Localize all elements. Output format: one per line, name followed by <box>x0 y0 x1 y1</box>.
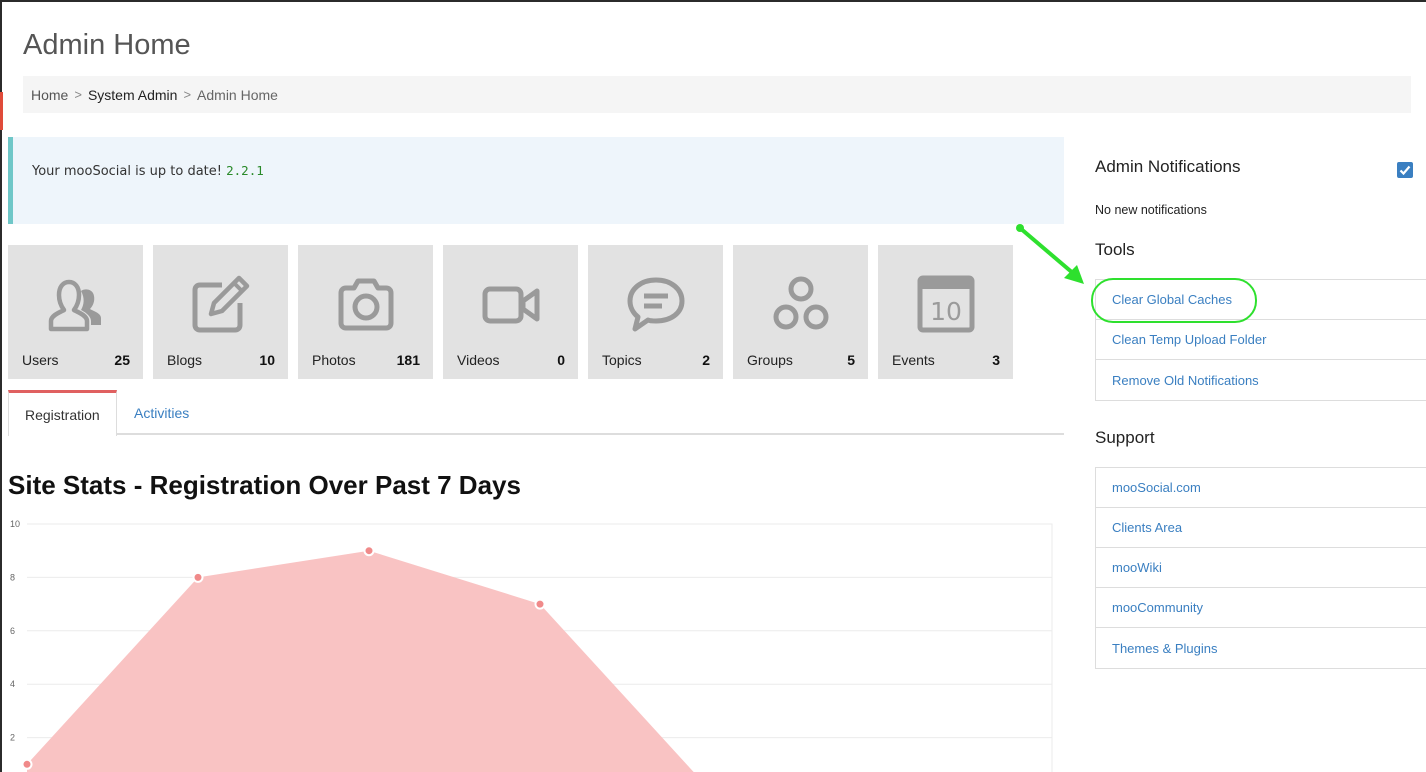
support-list: mooSocial.com Clients Area mooWiki mooCo… <box>1095 467 1426 669</box>
stat-box-blogs[interactable]: Blogs 10 <box>153 245 288 379</box>
stat-count: 2 <box>702 352 710 368</box>
y-tick-label: 10 <box>10 519 20 529</box>
stat-label: Topics <box>602 352 642 368</box>
stat-label: Users <box>22 352 59 368</box>
stat-box-events[interactable]: 10 Events 3 <box>878 245 1013 379</box>
data-point[interactable] <box>363 545 375 557</box>
stats-row: Users 25 Blogs 10 Photos 181 Videos 0 To… <box>8 245 1013 379</box>
stat-box-users[interactable]: Users 25 <box>8 245 143 379</box>
check-icon <box>1399 165 1411 176</box>
stat-count: 3 <box>992 352 1000 368</box>
stat-count: 25 <box>114 352 130 368</box>
stat-label: Events <box>892 352 935 368</box>
support-moosocial[interactable]: mooSocial.com <box>1096 468 1426 508</box>
breadcrumb-separator: > <box>74 87 82 102</box>
data-point[interactable] <box>21 758 33 770</box>
chart-title: Site Stats - Registration Over Past 7 Da… <box>8 470 521 500</box>
calendar-icon: 10 <box>917 275 975 333</box>
data-point[interactable] <box>534 598 546 610</box>
video-icon <box>482 286 540 324</box>
users-icon <box>48 279 101 332</box>
notifications-checkbox[interactable] <box>1397 162 1413 178</box>
stat-box-photos[interactable]: Photos 181 <box>298 245 433 379</box>
stats-tabs: Registration Activities <box>8 390 1064 436</box>
chat-icon <box>627 277 685 332</box>
stat-count: 5 <box>847 352 855 368</box>
support-moowiki[interactable]: mooWiki <box>1096 548 1426 588</box>
camera-icon <box>338 278 394 331</box>
stat-count: 10 <box>259 352 275 368</box>
support-heading: Support <box>1095 428 1155 447</box>
breadcrumb-system-admin[interactable]: System Admin <box>88 87 177 103</box>
breadcrumb-separator: > <box>183 87 192 102</box>
y-tick-label: 4 <box>10 679 15 689</box>
no-notifications-text: No new notifications <box>1095 203 1207 217</box>
breadcrumb: Home > System Admin > Admin Home <box>23 76 1411 113</box>
tab-activities[interactable]: Activities <box>118 390 205 435</box>
update-alert: Your mooSocial is up to date! 2.2.1 <box>8 137 1064 224</box>
registration-chart: 2 4 6 8 10 <box>2 512 1062 772</box>
tab-registration[interactable]: Registration <box>8 390 117 436</box>
tools-heading: Tools <box>1095 240 1135 259</box>
y-tick-label: 8 <box>10 572 15 582</box>
groups-icon <box>773 276 829 330</box>
tool-remove-old-notifications[interactable]: Remove Old Notifications <box>1096 360 1426 400</box>
breadcrumb-home[interactable]: Home <box>31 87 68 103</box>
registration-area-series <box>27 550 694 772</box>
support-clients-area[interactable]: Clients Area <box>1096 508 1426 548</box>
annotation-arrow-icon <box>1016 224 1084 284</box>
chart-svg: 2 4 6 8 10 <box>10 519 1053 772</box>
y-tick-label: 6 <box>10 626 15 636</box>
stat-count: 0 <box>557 352 565 368</box>
stat-label: Photos <box>312 352 356 368</box>
stat-box-groups[interactable]: Groups 5 <box>733 245 868 379</box>
update-message: Your mooSocial is up to date! <box>32 164 227 179</box>
tool-clean-temp-upload[interactable]: Clean Temp Upload Folder <box>1096 320 1426 360</box>
stat-label: Videos <box>457 352 500 368</box>
stat-label: Groups <box>747 352 793 368</box>
edit-icon <box>192 275 250 333</box>
admin-notifications-heading: Admin Notifications <box>1095 157 1241 176</box>
support-themes-plugins[interactable]: Themes & Plugins <box>1096 628 1426 668</box>
breadcrumb-current: Admin Home <box>197 86 278 103</box>
stat-box-topics[interactable]: Topics 2 <box>588 245 723 379</box>
stat-box-videos[interactable]: Videos 0 <box>443 245 578 379</box>
support-moocommunity[interactable]: mooCommunity <box>1096 588 1426 628</box>
version-number: 2.2.1 <box>226 163 264 178</box>
y-tick-label: 2 <box>10 733 15 743</box>
stat-count: 181 <box>396 352 420 368</box>
tools-list: Clear Global Caches Clean Temp Upload Fo… <box>1095 279 1426 401</box>
calendar-day-number: 10 <box>930 297 962 326</box>
page-title: Admin Home <box>23 29 191 61</box>
stat-label: Blogs <box>167 352 203 368</box>
left-accent-bar <box>0 92 3 130</box>
data-point[interactable] <box>192 571 204 583</box>
tool-clear-global-caches[interactable]: Clear Global Caches <box>1096 280 1426 320</box>
